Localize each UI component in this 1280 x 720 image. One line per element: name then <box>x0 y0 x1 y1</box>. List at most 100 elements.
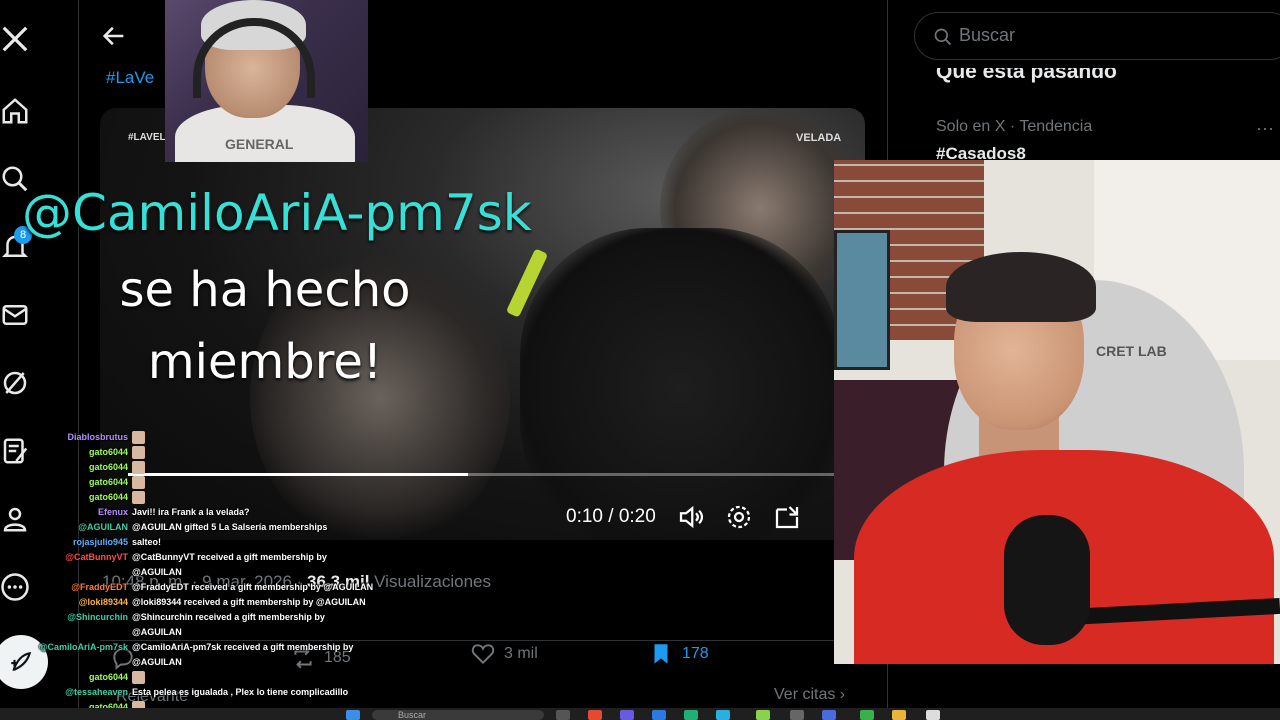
app-icon[interactable] <box>684 710 698 720</box>
chat-username[interactable] <box>0 655 132 670</box>
like-button[interactable]: 3 mil <box>470 641 538 667</box>
chat-message: @loki89344 @loki89344 received a gift mem… <box>0 595 420 610</box>
chat-message: gato6044 <box>0 670 420 685</box>
back-arrow-icon[interactable] <box>100 22 128 50</box>
app-icon[interactable] <box>790 710 804 720</box>
hoodie-text: GENERAL <box>225 136 294 152</box>
app-icon[interactable] <box>652 710 666 720</box>
chat-username[interactable]: @loki89344 <box>0 595 132 610</box>
chat-message: @tessaheaven Esta pelea es igualada , Ple… <box>0 685 420 700</box>
app-icon[interactable] <box>716 710 730 720</box>
chat-emote-icon <box>132 491 145 504</box>
streamer-webcam-top: GENERAL <box>165 0 368 162</box>
chat-username[interactable]: @CatBunnyVT <box>0 550 132 565</box>
webcam-detail <box>834 230 890 370</box>
taskbar-search[interactable]: Buscar <box>372 710 544 720</box>
bookmark-count: 178 <box>682 645 709 662</box>
video-frame-detail <box>520 228 840 540</box>
chat-message: @FraddyEDT @FraddyEDT received a gift mem… <box>0 580 420 595</box>
settings-gear-icon[interactable] <box>724 502 754 532</box>
taskbar: Buscar <box>0 708 1280 720</box>
app-icon[interactable] <box>926 710 940 720</box>
chat-emote-icon <box>132 476 145 489</box>
heart-icon <box>471 644 495 665</box>
volume-icon[interactable] <box>676 502 706 532</box>
app-icon[interactable] <box>756 710 770 720</box>
chat-message: @CatBunnyVT @CatBunnyVT received a gift m… <box>0 550 420 565</box>
chat-message: Diablosbrutus <box>0 430 420 445</box>
chat-username[interactable]: @Shincurchin <box>0 610 132 625</box>
chat-text: @AGUILAN gifted 5 La Salsería membership… <box>132 522 328 532</box>
chat-text: @FraddyEDT received a gift membership by… <box>132 582 374 592</box>
stream-chat: Diablosbrutus gato6044 gato6044 gato6044 gat… <box>0 430 420 715</box>
chat-username[interactable]: Diablosbrutus <box>0 430 132 445</box>
chat-username[interactable]: @AGUILAN <box>0 520 132 535</box>
chat-text: salteo! <box>132 537 162 547</box>
chat-message: rojasjulio945 salteo! <box>0 535 420 550</box>
chat-username[interactable]: gato6044 <box>0 490 132 505</box>
webcam-detail <box>946 252 1096 322</box>
chat-message: @AGUILAN <box>0 655 420 670</box>
whats-happening-heading: Qué está pasando <box>936 60 1117 83</box>
chat-text: @CamiloAriA-pm7sk received a gift member… <box>132 642 354 652</box>
see-quotes-link[interactable]: Ver citas › <box>774 686 845 704</box>
tweet-hashtag-link[interactable]: #LaVe <box>106 68 154 88</box>
chat-username[interactable]: @CamiloAriA-pm7sk <box>0 640 132 655</box>
chat-text: Esta pelea es igualada , Plex lo tiene c… <box>132 687 349 697</box>
chat-text: @AGUILAN <box>132 657 182 667</box>
search-icon <box>934 28 952 46</box>
chat-message: gato6044 <box>0 445 420 460</box>
chat-text: @CatBunnyVT received a gift membership b… <box>132 552 327 562</box>
chat-text: @Shincurchin received a gift membership … <box>132 612 325 622</box>
chat-text: @AGUILAN <box>132 567 182 577</box>
chat-message: gato6044 <box>0 475 420 490</box>
alert-message: se ha hecho miembre! <box>119 262 411 390</box>
search-bar[interactable] <box>914 12 1280 60</box>
chat-message: Efenux Javi!! ira Frank a la velada? <box>0 505 420 520</box>
chat-text: @AGUILAN <box>132 627 182 637</box>
video-time: 0:10 / 0:20 <box>566 506 656 527</box>
chat-username[interactable]: gato6044 <box>0 460 132 475</box>
trend-context: Solo en X · Tendencia <box>936 118 1093 135</box>
chat-username[interactable]: rojasjulio945 <box>0 535 132 550</box>
alert-username: @CamiloAriA-pm7sk <box>22 184 532 242</box>
app-icon[interactable] <box>620 710 634 720</box>
chat-username[interactable]: Efenux <box>0 505 132 520</box>
trend-more-button[interactable]: ··· <box>1256 118 1274 139</box>
chat-username[interactable]: gato6044 <box>0 670 132 685</box>
microphone <box>1004 515 1090 645</box>
mail-icon[interactable] <box>0 298 30 332</box>
chair-logo: CRET LAB <box>1096 343 1167 359</box>
chat-message: gato6044 <box>0 490 420 505</box>
chat-emote-icon <box>132 461 145 474</box>
chat-message: @AGUILAN @AGUILAN gifted 5 La Salsería me… <box>0 520 420 535</box>
pip-icon[interactable] <box>772 502 802 532</box>
folder-icon[interactable] <box>892 710 906 720</box>
x-logo-icon[interactable] <box>0 22 30 56</box>
chat-text: @loki89344 received a gift membership by… <box>132 597 366 607</box>
chat-message: @AGUILAN <box>0 565 420 580</box>
app-icon[interactable] <box>822 710 836 720</box>
chat-emote-icon <box>132 446 145 459</box>
like-count: 3 mil <box>504 645 538 662</box>
chat-username[interactable]: @FraddyEDT <box>0 580 132 595</box>
chat-message: gato6044 <box>0 460 420 475</box>
chat-message: @Shincurchin @Shincurchin received a gift… <box>0 610 420 625</box>
task-view-icon[interactable] <box>556 710 570 720</box>
chat-username[interactable] <box>0 565 132 580</box>
chat-emote-icon <box>132 431 145 444</box>
chat-text: Javi!! ira Frank a la velada? <box>132 507 250 517</box>
chat-message: @CamiloAriA-pm7sk @CamiloAriA-pm7sk recei… <box>0 640 420 655</box>
search-input[interactable] <box>959 25 1259 46</box>
windows-start-icon[interactable] <box>346 710 360 720</box>
app-icon[interactable] <box>860 710 874 720</box>
grok-icon[interactable] <box>0 366 30 400</box>
chat-username[interactable]: gato6044 <box>0 475 132 490</box>
chat-emote-icon <box>132 671 145 684</box>
bookmark-button[interactable]: 178 <box>648 641 709 667</box>
browser-icon[interactable] <box>588 710 602 720</box>
chat-username[interactable]: gato6044 <box>0 445 132 460</box>
chat-username[interactable] <box>0 625 132 640</box>
chat-username[interactable]: @tessaheaven <box>0 685 132 700</box>
home-icon[interactable] <box>0 94 30 128</box>
